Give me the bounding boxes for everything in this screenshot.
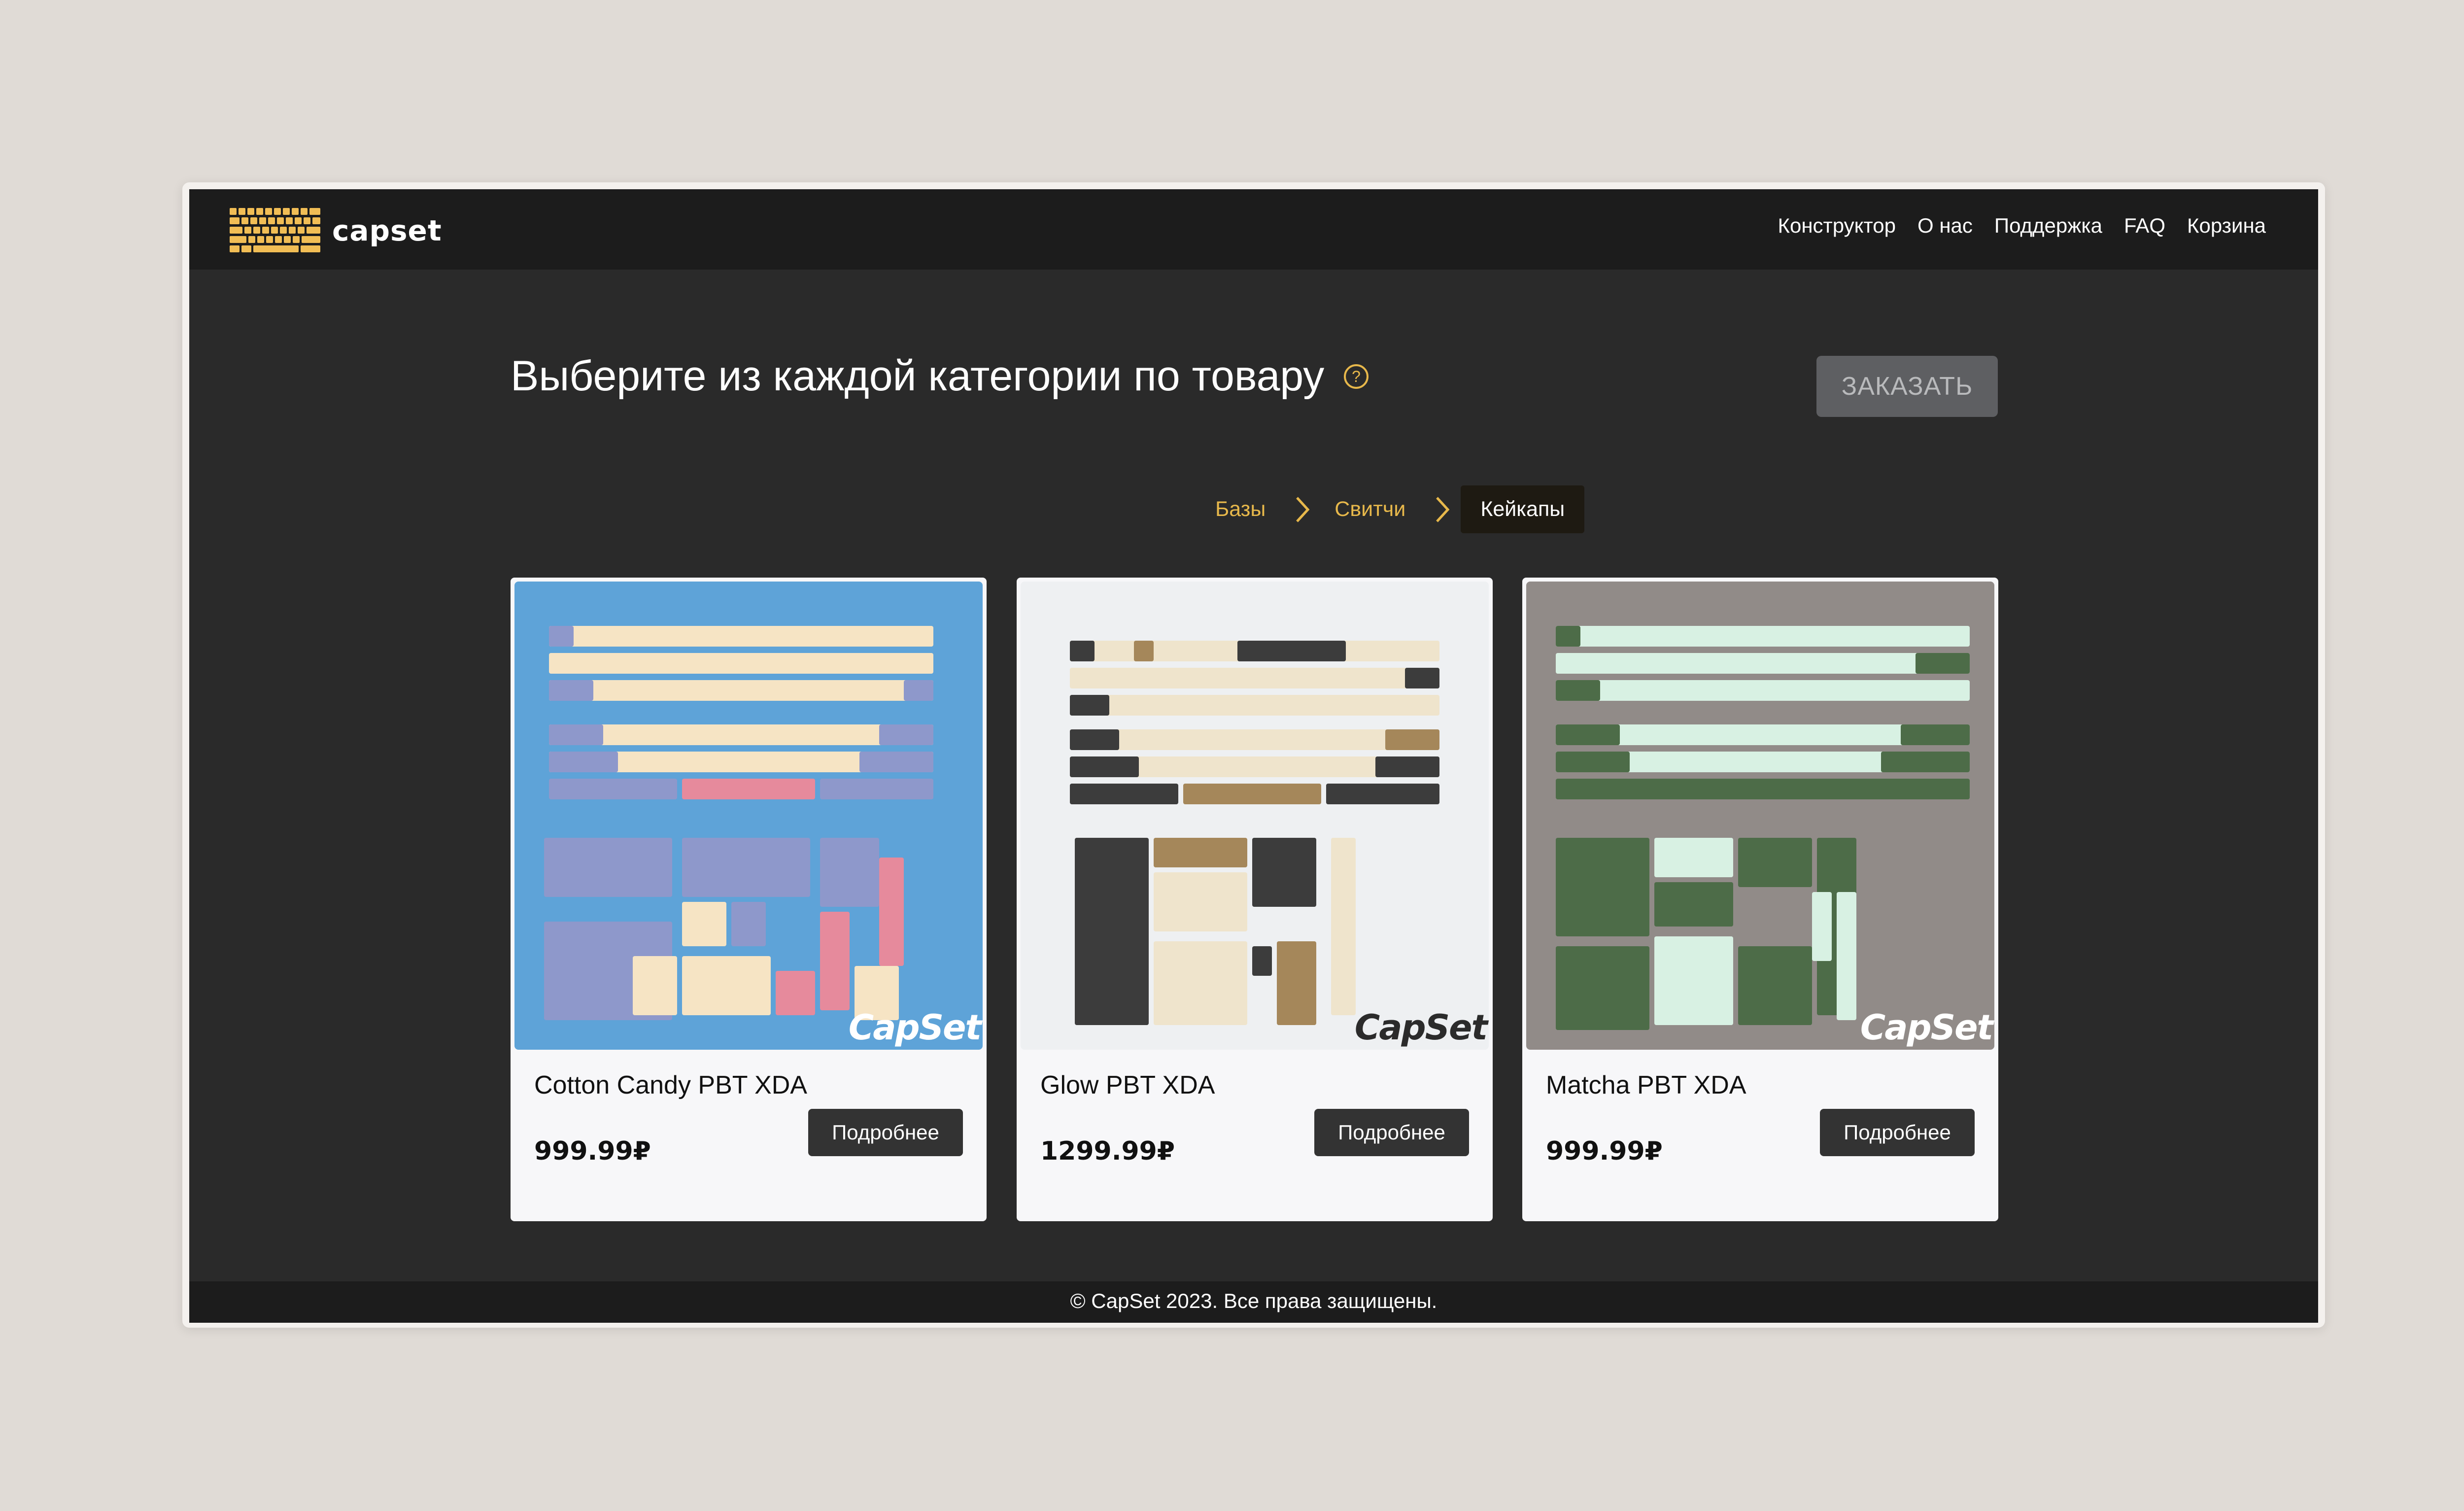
product-card[interactable]: CapSet Glow PBT XDA 1299.99₽ Подробнее (1017, 578, 1493, 1221)
capset-watermark: CapSet (1354, 1007, 1488, 1048)
nav-link-support[interactable]: Поддержка (1994, 214, 2102, 238)
nav-link-constructor[interactable]: Конструктор (1778, 214, 1896, 238)
product-title: Cotton Candy PBT XDA (534, 1071, 807, 1099)
breadcrumb-step-keycaps[interactable]: Кейкапы (1461, 485, 1585, 533)
logo[interactable]: capset (230, 208, 442, 253)
product-card[interactable]: CapSet Cotton Candy PBT XDA 999.99₽ Подр… (511, 578, 987, 1221)
breadcrumb-step-bases[interactable]: Базы (1211, 497, 1269, 521)
product-price: 999.99₽ (1546, 1136, 1663, 1166)
top-navbar: capset Конструктор О нас Поддержка FAQ К… (189, 189, 2318, 270)
nav-menu: Конструктор О нас Поддержка FAQ Корзина (1778, 214, 2266, 238)
product-card[interactable]: CapSet Matcha PBT XDA 999.99₽ Подробнее (1522, 578, 1998, 1221)
product-image[interactable]: CapSet (1526, 582, 1994, 1050)
details-button[interactable]: Подробнее (808, 1109, 963, 1156)
product-image[interactable]: CapSet (514, 582, 983, 1050)
keyboard-logo-icon (230, 208, 320, 252)
breadcrumb-step-switches[interactable]: Свитчи (1331, 497, 1409, 521)
product-price: 1299.99₽ (1040, 1136, 1175, 1166)
capset-watermark: CapSet (1860, 1007, 1993, 1048)
question-circle-icon[interactable]: ? (1343, 363, 1369, 390)
chevron-right-icon (1436, 496, 1450, 522)
svg-text:?: ? (1352, 368, 1361, 385)
product-title: Matcha PBT XDA (1546, 1071, 1746, 1099)
order-button[interactable]: ЗАКАЗАТЬ (1816, 356, 1998, 417)
page-title-text: Выберите из каждой категории по товару (511, 352, 1325, 400)
product-price: 999.99₽ (534, 1136, 651, 1166)
product-title: Glow PBT XDA (1040, 1071, 1215, 1099)
footer: © CapSet 2023. Все права защищены. (189, 1281, 2318, 1323)
copyright-text: © CapSet 2023. Все права защищены. (1070, 1289, 1437, 1312)
chevron-right-icon (1296, 496, 1310, 522)
nav-link-cart[interactable]: Корзина (2187, 214, 2266, 238)
product-image[interactable]: CapSet (1021, 582, 1489, 1050)
page-title: Выберите из каждой категории по товару ? (511, 352, 1369, 401)
logo-text: capset (332, 214, 442, 247)
capset-watermark: CapSet (848, 1007, 982, 1048)
breadcrumb: Базы Свитчи Кейкапы (1211, 485, 1585, 533)
browser-window: capset Конструктор О нас Поддержка FAQ К… (189, 189, 2318, 1323)
nav-link-faq[interactable]: FAQ (2124, 214, 2165, 238)
nav-link-about[interactable]: О нас (1917, 214, 1973, 238)
details-button[interactable]: Подробнее (1820, 1109, 1975, 1156)
details-button[interactable]: Подробнее (1314, 1109, 1469, 1156)
